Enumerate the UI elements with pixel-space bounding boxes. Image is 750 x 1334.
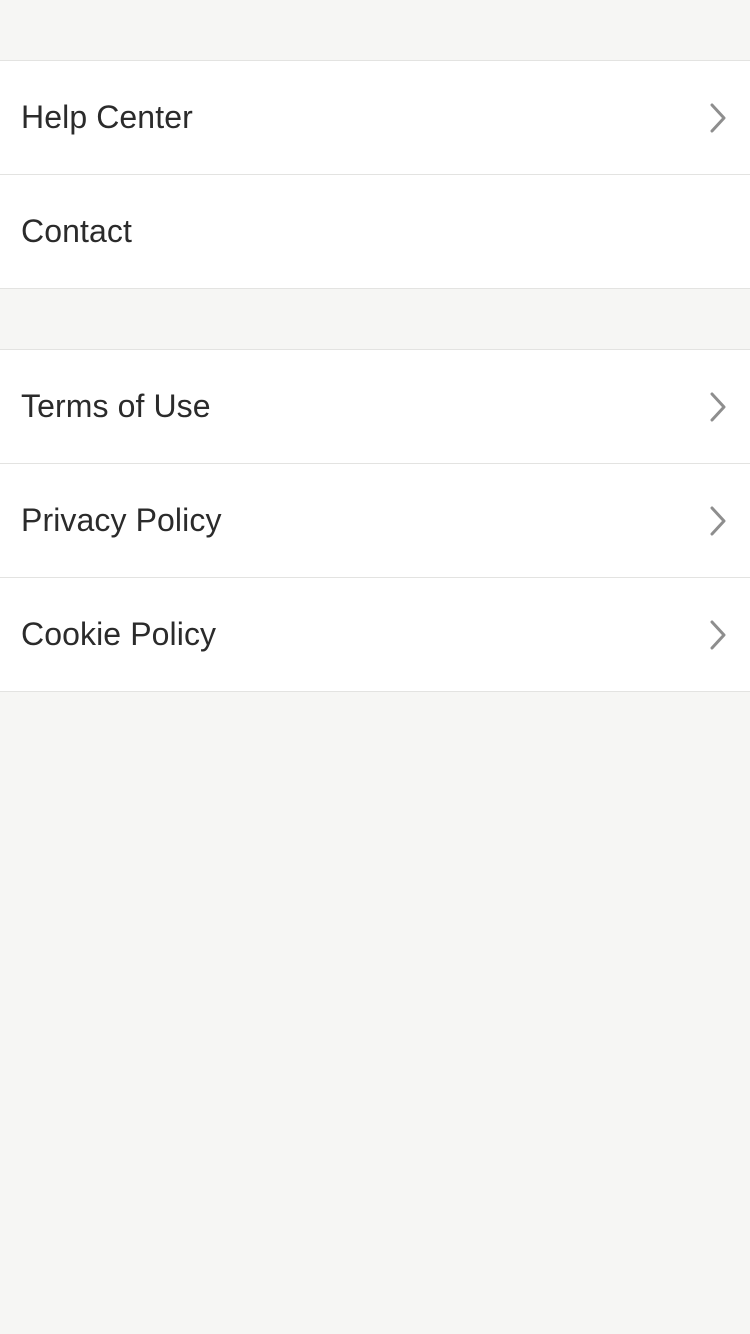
chevron-right-icon xyxy=(708,391,728,423)
chevron-right-icon xyxy=(708,102,728,134)
top-spacer xyxy=(0,0,750,61)
help-center-row[interactable]: Help Center xyxy=(0,61,750,175)
cookie-policy-row[interactable]: Cookie Policy xyxy=(0,578,750,691)
chevron-right-icon xyxy=(708,505,728,537)
cookie-policy-label: Cookie Policy xyxy=(21,616,217,652)
contact-row[interactable]: Contact xyxy=(0,175,750,288)
section-gap xyxy=(0,289,750,350)
privacy-policy-row[interactable]: Privacy Policy xyxy=(0,464,750,578)
contact-label: Contact xyxy=(21,213,132,249)
help-center-label: Help Center xyxy=(21,99,193,135)
support-section: Help Center Contact xyxy=(0,61,750,289)
terms-of-use-row[interactable]: Terms of Use xyxy=(0,350,750,464)
terms-of-use-label: Terms of Use xyxy=(21,388,211,424)
legal-section: Terms of Use Privacy Policy Cookie Polic… xyxy=(0,350,750,692)
privacy-policy-label: Privacy Policy xyxy=(21,502,222,538)
settings-screen: Help Center Contact Terms of Use Privacy… xyxy=(0,0,750,692)
chevron-right-icon xyxy=(708,619,728,651)
